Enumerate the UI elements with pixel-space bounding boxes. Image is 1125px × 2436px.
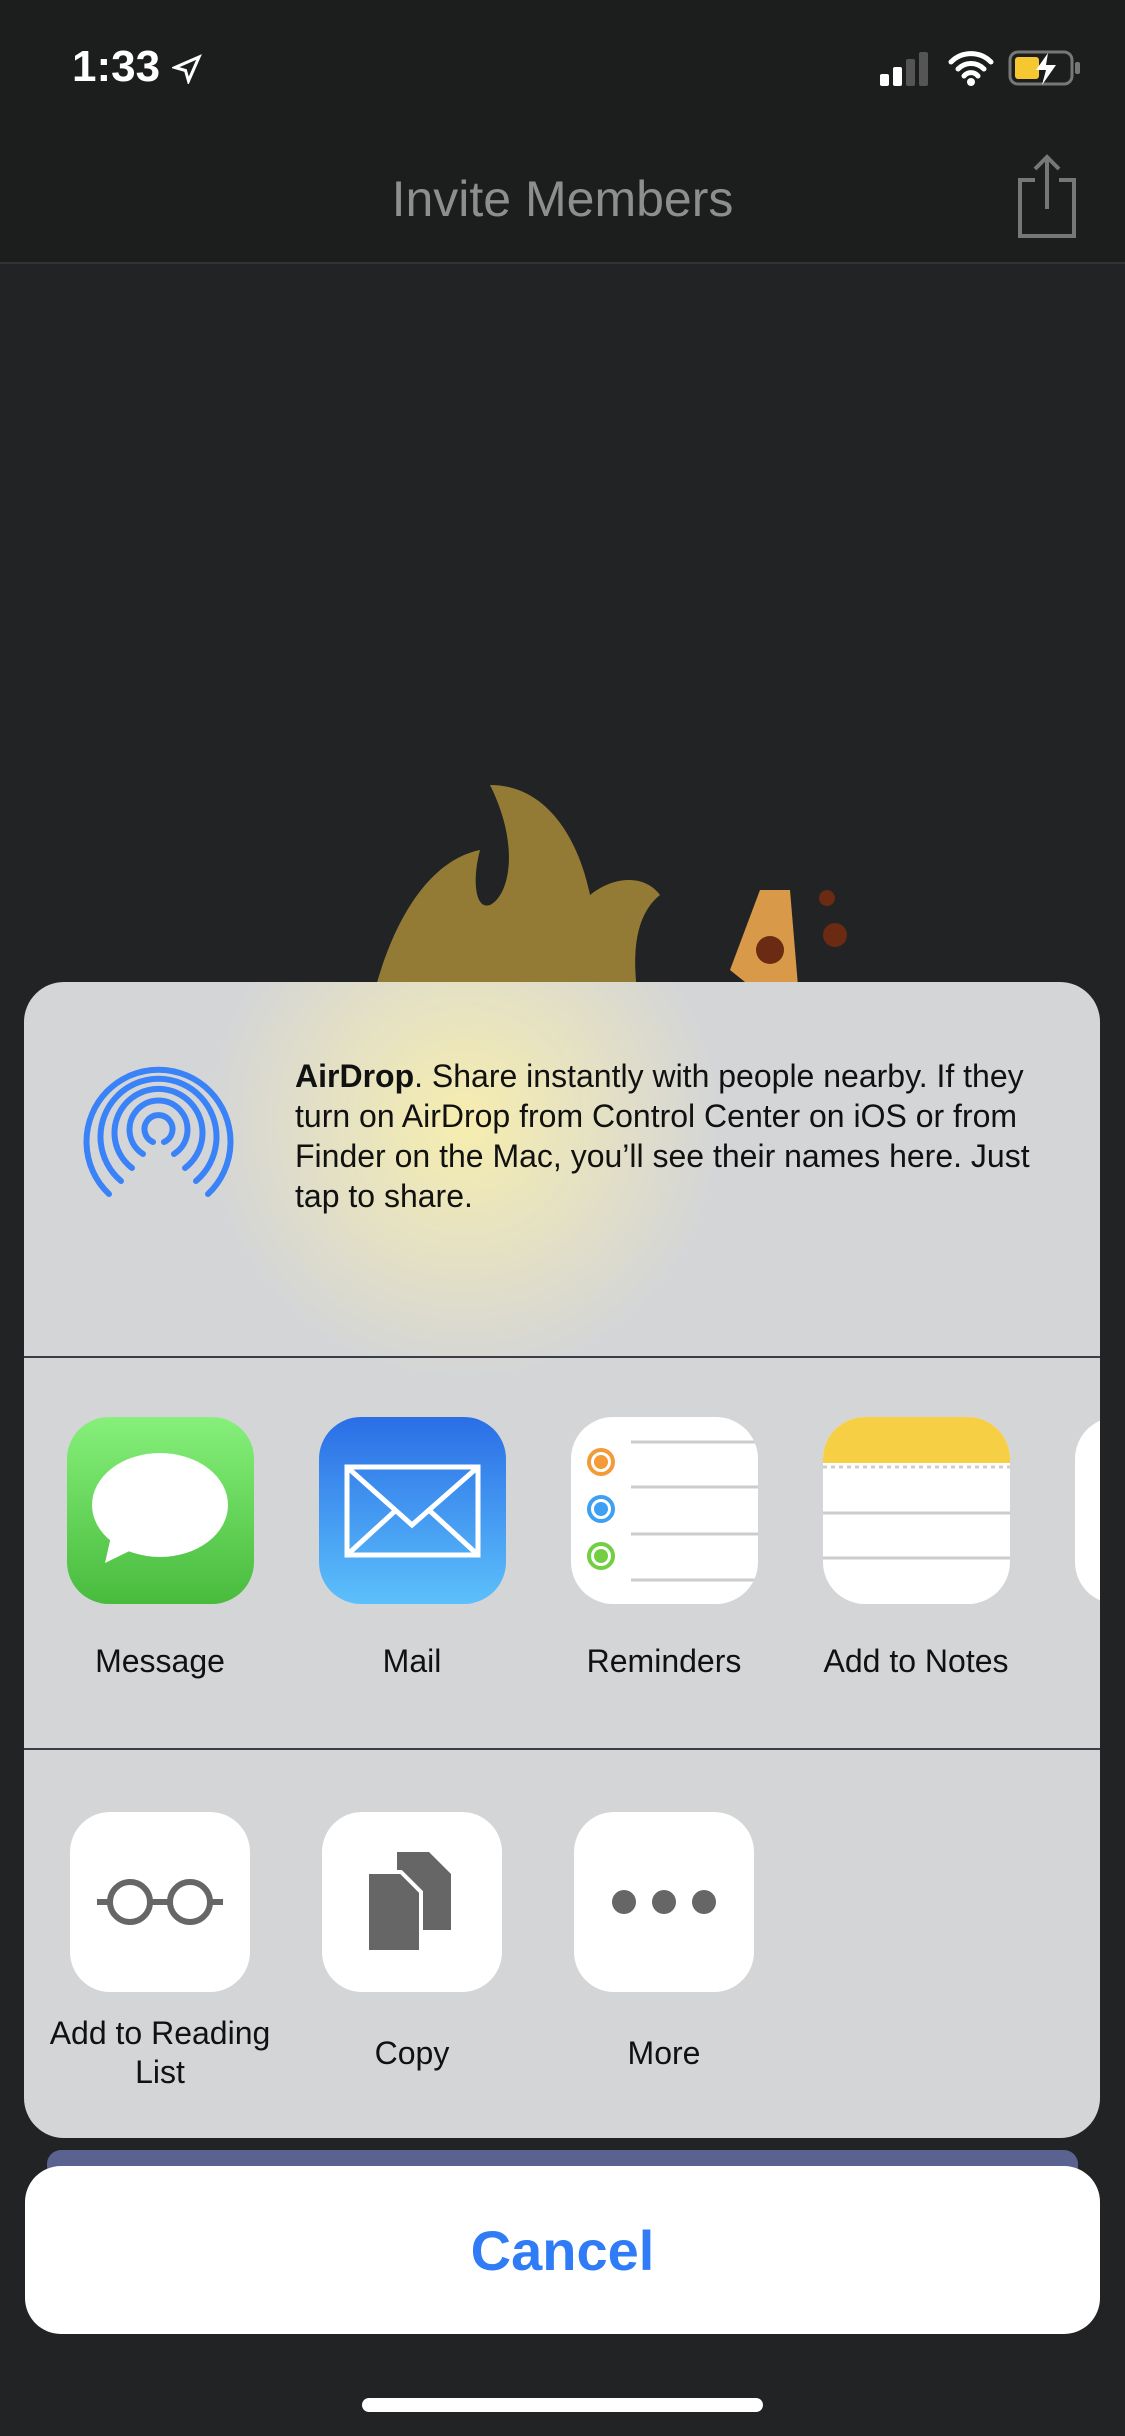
share-sheet: AirDrop. Share instantly with people nea… xyxy=(24,982,1100,2138)
home-indicator[interactable] xyxy=(362,2398,763,2412)
action-more[interactable]: More xyxy=(538,1812,790,2073)
copy-icon xyxy=(322,1812,502,1992)
page-title: Invite Members xyxy=(391,171,734,227)
app-row: Message Mail Reminders Add to Notes M xyxy=(24,1360,1100,1750)
app-notes[interactable]: Add to Notes xyxy=(790,1417,1042,1681)
battery-charging-icon xyxy=(1008,50,1080,86)
action-copy[interactable]: Copy xyxy=(286,1812,538,2073)
app-partial[interactable]: M xyxy=(1042,1417,1100,1681)
mail-icon xyxy=(318,1417,506,1604)
message-icon xyxy=(66,1417,254,1604)
airdrop-icon xyxy=(83,1066,234,1197)
glasses-icon xyxy=(70,1812,250,1992)
action-add-to-reading-list[interactable]: Add to Reading List xyxy=(34,1812,286,2092)
share-icon[interactable] xyxy=(1017,154,1077,238)
wifi-icon xyxy=(948,51,994,86)
more-icon xyxy=(574,1812,754,1992)
app-mail[interactable]: Mail xyxy=(286,1417,538,1681)
time: 1:33 xyxy=(72,42,203,92)
location-arrow-icon xyxy=(170,54,203,86)
cancel-button[interactable]: Cancel xyxy=(25,2166,1100,2334)
app-message[interactable]: Message xyxy=(34,1417,286,1681)
navigation-bar: Invite Members xyxy=(0,130,1125,264)
signal-icon xyxy=(880,52,928,86)
action-row: Add to Reading List Copy More xyxy=(24,1752,1100,2138)
flame-mascot-illustration xyxy=(370,785,847,1010)
app-reminders[interactable]: Reminders xyxy=(538,1417,790,1681)
reminders-icon xyxy=(570,1417,758,1604)
airdrop-description: AirDrop. Share instantly with people nea… xyxy=(295,1058,1030,1214)
airdrop-section[interactable]: AirDrop. Share instantly with people nea… xyxy=(24,982,1100,1358)
notes-icon xyxy=(822,1417,1010,1604)
status-bar: 1:33 xyxy=(0,0,1125,130)
